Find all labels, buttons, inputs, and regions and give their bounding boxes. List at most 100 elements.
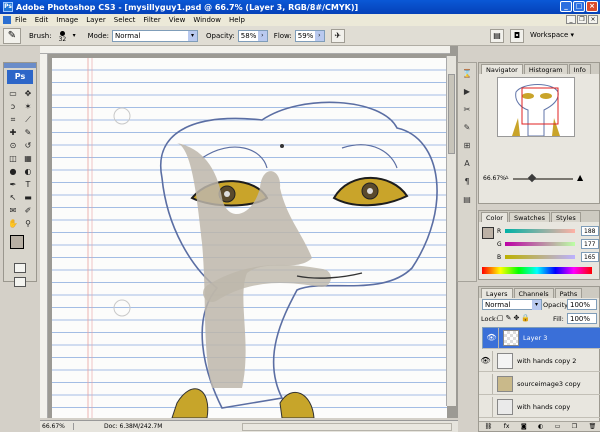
fx-icon[interactable]: fx [504,423,510,430]
tab-channels[interactable]: Channels [513,288,554,298]
brushes-icon[interactable]: ✎ [460,121,474,135]
channel-g-value[interactable]: 177 [581,239,599,249]
status-zoom[interactable]: 66.67% [40,423,74,430]
zoom-in-icon[interactable]: ▲ [577,173,583,182]
menu-edit[interactable]: Edit [35,16,49,24]
link-icon[interactable]: ⛓ [485,423,493,430]
actions-icon[interactable]: ▶ [460,85,474,99]
minimize-button[interactable]: _ [560,1,572,12]
menu-help[interactable]: Help [229,16,245,24]
healing-icon[interactable]: ✚ [6,127,20,139]
path-select-icon[interactable]: ↖ [6,192,20,204]
horizontal-scrollbar[interactable] [242,423,452,431]
doc-minimize-button[interactable]: _ [566,15,576,24]
layer-comps-icon[interactable]: ▤ [460,193,474,207]
crop-icon[interactable]: ⌗ [6,114,20,126]
fg-color-chip[interactable] [482,227,494,239]
mode-select[interactable]: Normal ▾ [112,29,199,42]
navigator-thumbnail[interactable] [497,77,575,137]
tools-panel-header[interactable] [4,63,36,68]
document-canvas[interactable] [52,58,447,418]
clone-source-icon[interactable]: ⊞ [460,139,474,153]
menu-image[interactable]: Image [56,16,78,24]
move-icon[interactable]: ✥ [21,88,35,100]
channel-r-slider[interactable] [505,229,575,233]
character-icon[interactable]: A [460,157,474,171]
close-button[interactable]: × [586,1,598,12]
eyedropper-icon[interactable]: ✐ [21,205,35,217]
trash-icon[interactable]: 🗑 [589,423,597,430]
menu-layer[interactable]: Layer [86,16,106,24]
type-icon[interactable]: T [21,179,35,191]
eye-icon[interactable]: 👁 [485,328,499,348]
marquee-icon[interactable]: ▭ [6,88,20,100]
maximize-button[interactable]: □ [573,1,585,12]
foreground-color-swatch[interactable] [10,235,24,249]
eraser-icon[interactable]: ◫ [6,153,20,165]
ps-logo[interactable]: Ps [7,70,33,84]
workspace-menu[interactable]: Workspace ▾ [530,31,574,39]
layer-row[interactable]: with hands copy [479,396,600,418]
vertical-scrollbar[interactable] [446,56,456,406]
pen-icon[interactable]: ✒ [6,179,20,191]
layer-row[interactable]: 👁 with hands copy 2 [479,350,600,372]
screen-mode-button[interactable] [14,277,26,287]
opacity-input[interactable]: 58% › [237,29,268,42]
slice-icon[interactable]: ⟋ [21,114,35,126]
tab-histogram[interactable]: Histogram [523,64,568,74]
mask-icon[interactable]: ◙ [521,423,527,430]
shape-icon[interactable]: ▬ [21,192,35,204]
dodge-icon[interactable]: ◐ [21,166,35,178]
channel-g-slider[interactable] [505,242,575,246]
layer-row[interactable]: sourceimage3 copy [479,373,600,395]
color-spectrum[interactable] [482,267,592,274]
layer-blend-mode-select[interactable]: Normal ▾ [482,299,542,310]
slider-knob[interactable] [527,173,537,183]
doc-close-button[interactable]: × [588,15,598,24]
lasso-icon[interactable]: ↄ [6,101,20,113]
channel-b-value[interactable]: 165 [581,252,599,262]
eye-icon[interactable]: 👁 [479,350,493,371]
quick-mask-button[interactable] [14,263,26,273]
airbrush-icon[interactable]: ✈ [330,28,345,43]
menu-select[interactable]: Select [114,16,136,24]
channel-r-value[interactable]: 188 [581,226,599,236]
menu-filter[interactable]: Filter [143,16,160,24]
tab-styles[interactable]: Styles [551,212,581,222]
tab-layers[interactable]: Layers [481,288,513,298]
hand-icon[interactable]: ✋ [6,218,20,230]
zoom-icon[interactable]: ⚲ [21,218,35,230]
layer-row[interactable]: 👁 Layer 3 [482,327,600,349]
wand-icon[interactable]: ✶ [21,101,35,113]
paragraph-icon[interactable]: ¶ [460,175,474,189]
palette-well-icon[interactable]: ▤ [490,29,504,43]
navigator-zoom-slider[interactable] [513,173,573,183]
doc-restore-button[interactable]: ❐ [577,15,587,24]
menu-window[interactable]: Window [193,16,221,24]
vertical-scroll-thumb[interactable] [448,74,455,154]
canvas-area[interactable] [40,46,458,418]
gradient-icon[interactable]: ▦ [21,153,35,165]
channel-b-slider[interactable] [505,255,575,259]
tab-info[interactable]: Info [568,64,591,74]
new-layer-icon[interactable]: ❐ [572,423,577,430]
camera-icon[interactable]: ◘ [510,29,524,43]
menu-file[interactable]: File [15,16,27,24]
blur-icon[interactable]: ● [6,166,20,178]
tool-presets-icon[interactable]: ✂ [460,103,474,117]
adjustment-icon[interactable]: ◐ [538,423,543,430]
tab-swatches[interactable]: Swatches [508,212,551,222]
fill-input[interactable]: 100% [567,313,597,324]
brush-icon[interactable]: ✎ [21,127,35,139]
eye-hidden-icon[interactable] [479,373,493,394]
notes-icon[interactable]: ✉ [6,205,20,217]
menu-view[interactable]: View [169,16,186,24]
stamp-icon[interactable]: ⊙ [6,140,20,152]
history-brush-icon[interactable]: ↺ [21,140,35,152]
tab-color[interactable]: Color [481,212,508,222]
layer-opacity-input[interactable]: 100% [567,299,597,310]
tab-navigator[interactable]: Navigator [481,64,523,74]
current-tool-brush-icon[interactable]: ✎ [3,27,21,44]
brush-picker[interactable]: 32 [55,29,71,43]
navigator-zoom[interactable]: 66.67% [483,175,506,182]
